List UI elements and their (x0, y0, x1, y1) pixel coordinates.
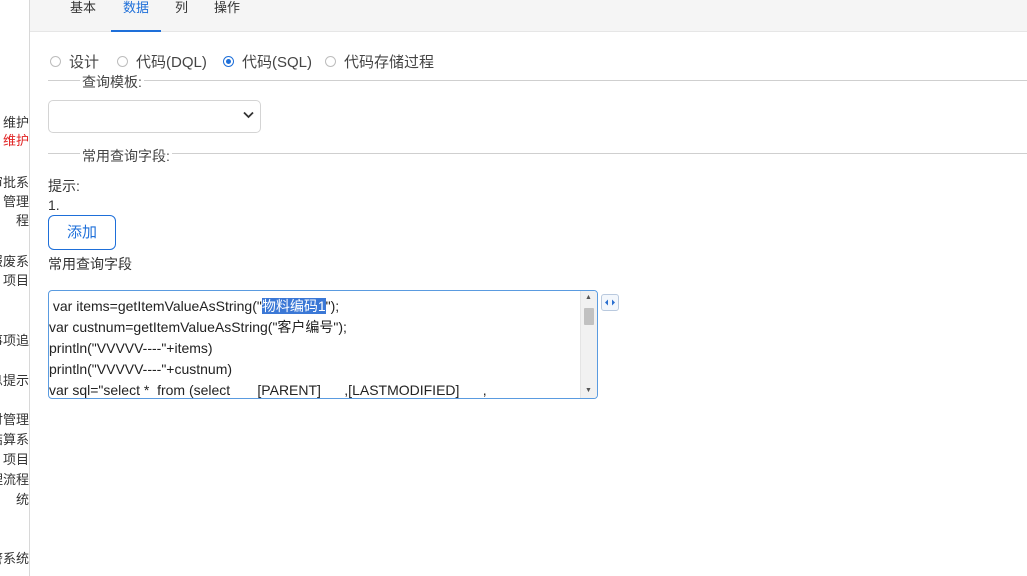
common-fields-legend: 常用查询字段: (80, 146, 172, 166)
sidebar-item[interactable]: 统 (16, 491, 29, 509)
page: 维护维护审批系管理程报废系项目事项追息提示付管理结算系项目理流程统警系统 基本 … (0, 0, 1027, 576)
tab-actions[interactable]: 操作 (214, 0, 240, 31)
mode-radio-design[interactable]: 设计 (50, 51, 99, 72)
sidebar-item[interactable]: 项目 (3, 451, 29, 469)
code-content[interactable]: var items=getItemValueAsString("物料编码1");… (49, 296, 579, 398)
mode-radio-sql[interactable]: 代码(SQL) (223, 51, 312, 72)
hint-label: 提示: (48, 178, 80, 194)
scroll-thumb[interactable] (584, 308, 594, 325)
divider (48, 153, 1027, 154)
code-line: println("VVVVV----"+custnum) (49, 359, 579, 380)
tab-data[interactable]: 数据 (110, 0, 162, 32)
hint-item: 1. (48, 197, 60, 213)
scroll-down-icon[interactable]: ▼ (585, 387, 592, 394)
sidebar-item[interactable]: 管理 (3, 193, 29, 211)
code-text: println("VVVVV----"+items) (49, 340, 213, 356)
sidebar-item[interactable]: 维护 (3, 114, 29, 132)
mode-label: 代码(SQL) (242, 54, 313, 71)
sidebar-item[interactable]: 程 (16, 212, 29, 230)
mode-radio-dql[interactable]: 代码(DQL) (117, 51, 207, 72)
add-button[interactable]: 添加 (48, 215, 116, 250)
radio-dot-icon (223, 56, 234, 67)
code-text: var items=getItemValueAsString(" (49, 298, 262, 314)
editor-scrollbar[interactable]: ▲ ▼ (580, 291, 597, 398)
radio-dot-icon (117, 56, 128, 67)
sidebar-item[interactable]: 审批系 (0, 174, 29, 192)
sidebar-item[interactable]: 项目 (3, 272, 29, 290)
scroll-up-icon[interactable]: ▲ (585, 294, 592, 301)
query-template-select[interactable] (48, 100, 261, 133)
mode-label: 代码存储过程 (344, 54, 435, 71)
code-line: var sql="select * from (select [PARENT] … (49, 380, 579, 398)
tab-basic[interactable]: 基本 (70, 0, 96, 31)
mode-radio-stored-proc[interactable]: 代码存储过程 (325, 51, 434, 72)
selected-text: 物料编码1 (261, 298, 326, 314)
mode-label: 设计 (69, 54, 100, 71)
code-line: var items=getItemValueAsString("物料编码1"); (49, 296, 579, 317)
sidebar-nav: 维护维护审批系管理程报废系项目事项追息提示付管理结算系项目理流程统警系统 (0, 0, 30, 576)
sidebar-item[interactable]: 事项追 (0, 332, 29, 350)
sidebar-item[interactable]: 付管理 (0, 411, 29, 429)
divider (48, 80, 1027, 81)
query-template-legend: 查询模板: (80, 72, 144, 92)
radio-dot-icon (325, 56, 336, 67)
code-text: "); (325, 298, 340, 314)
sidebar-item[interactable]: 维护 (3, 132, 29, 150)
sidebar-item[interactable]: 结算系 (0, 431, 29, 449)
sidebar-item[interactable]: 警系统 (0, 550, 29, 568)
code-line: println("VVVVV----"+items) (49, 338, 579, 359)
code-text: println("VVVVV----"+custnum) (49, 361, 233, 377)
sidebar-item[interactable]: 息提示 (0, 372, 29, 390)
sql-code-editor[interactable]: var items=getItemValueAsString("物料编码1");… (48, 290, 598, 399)
sidebar-item[interactable]: 理流程 (0, 471, 29, 489)
code-line: var custnum=getItemValueAsString("客户编号")… (49, 317, 579, 338)
code-text: var sql="select * from (select [PARENT] … (49, 382, 487, 398)
chevron-down-icon (243, 111, 254, 122)
code-expand-icon[interactable] (601, 294, 619, 311)
code-text: var custnum=getItemValueAsString("客户编号")… (49, 319, 347, 335)
tab-bar: 基本 数据 列 操作 (30, 0, 1027, 32)
radio-dot-icon (50, 56, 61, 67)
common-fields-title: 常用查询字段 (48, 256, 132, 272)
mode-label: 代码(DQL) (136, 54, 207, 71)
tab-columns[interactable]: 列 (175, 0, 188, 31)
sidebar-item[interactable]: 报废系 (0, 253, 29, 271)
